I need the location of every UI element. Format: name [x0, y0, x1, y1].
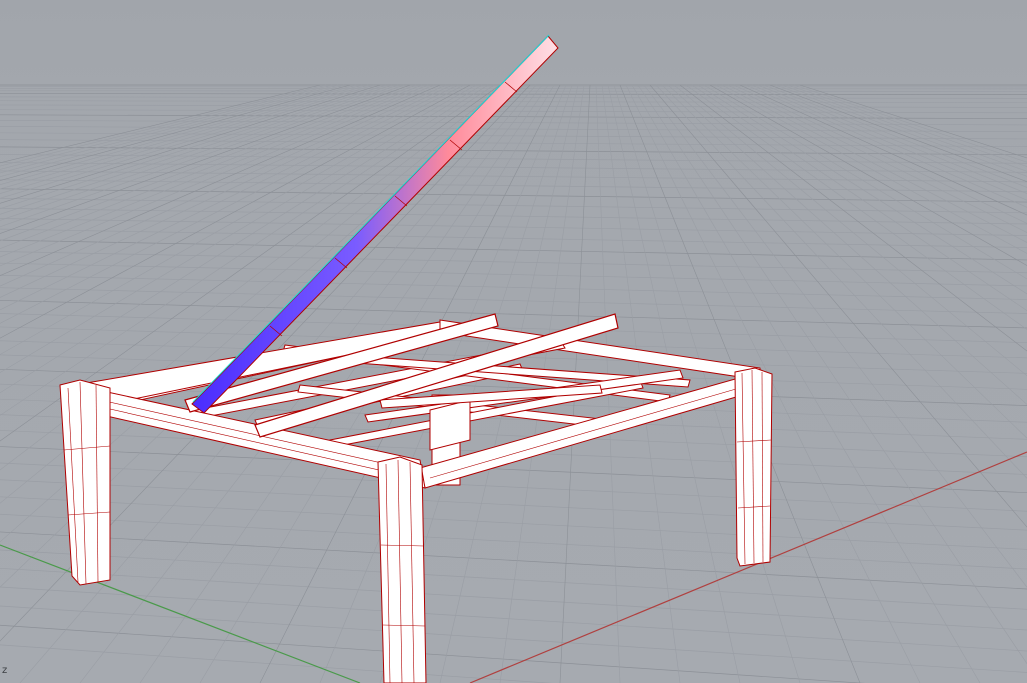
grid-line: [0, 154, 1027, 164]
grid-line: [751, 84, 1027, 201]
grid-line: [799, 84, 1027, 159]
grid-line: [0, 287, 1027, 314]
grid-line: [757, 84, 1027, 194]
grid-line: [649, 84, 1027, 528]
3d-scene-canvas[interactable]: [0, 0, 1027, 683]
grid-line: [0, 188, 1027, 203]
axis-indicator-label: z: [2, 665, 8, 676]
grid-line: [0, 644, 553, 683]
grid-line: [0, 228, 1027, 248]
grid-line: [0, 586, 1027, 652]
grid-line: [643, 84, 1027, 588]
grid-line: [745, 84, 1027, 208]
grid-line: [0, 624, 865, 683]
grid-line: [0, 549, 1027, 610]
grid-line: [0, 139, 1027, 147]
grid-line: [0, 239, 1027, 261]
grid-line: [0, 96, 1027, 99]
table-leg-right[interactable]: [734, 367, 773, 567]
rhino-perspective-viewport[interactable]: z: [0, 0, 1027, 683]
grid-line: [637, 84, 1027, 665]
grid-line: [0, 104, 1027, 108]
grid-line: [781, 84, 1027, 172]
grid-line: [0, 120, 1027, 126]
y-axis-line: [0, 544, 361, 683]
grid-line: [775, 84, 1027, 177]
grid-line: [793, 84, 1027, 163]
grid-line: [0, 179, 1027, 193]
table-leg-front-center[interactable]: [377, 456, 427, 683]
grid-line: [0, 567, 1027, 631]
grid-line: [0, 251, 1027, 274]
grid-line: [769, 84, 1027, 182]
grid-line: [733, 84, 1027, 224]
grid-line: [0, 162, 1027, 173]
grid-line: [0, 300, 1027, 329]
table-leg-front-left[interactable]: [59, 379, 111, 586]
